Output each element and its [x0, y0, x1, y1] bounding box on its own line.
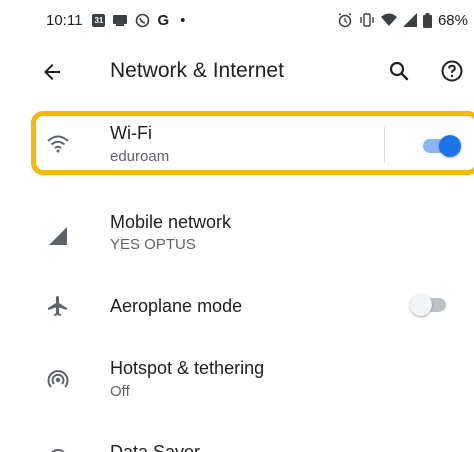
- alarm-icon: [338, 12, 352, 28]
- calendar-icon: 31: [92, 13, 106, 27]
- aeroplane-mode-toggle[interactable]: [410, 293, 450, 317]
- whatsapp-icon: [136, 13, 150, 27]
- screen-share-icon: [113, 15, 128, 26]
- page-title: Network & Internet: [110, 59, 284, 82]
- search-icon[interactable]: [387, 59, 411, 83]
- help-icon[interactable]: [440, 59, 464, 83]
- notification-icons: 31 G •: [92, 12, 185, 29]
- settings-row-data-saver[interactable]: Data Saver: [18, 432, 474, 452]
- aeroplane-toggle-thumb: [410, 294, 432, 316]
- battery-percent: 68%: [437, 11, 468, 29]
- cell-signal-icon: [402, 13, 417, 27]
- vibrate-icon: [360, 13, 374, 27]
- settings-row-hotspot[interactable]: Hotspot & tethering Off: [18, 348, 474, 418]
- aeroplane-mode-label: Aeroplane mode: [110, 296, 243, 316]
- hotspot-status: Off: [110, 383, 130, 400]
- highlight-box: [31, 111, 474, 175]
- google-icon: G: [157, 11, 170, 29]
- status-time: 10:11: [46, 11, 83, 29]
- signal-icon: [49, 227, 67, 245]
- airplane-icon: [48, 296, 67, 316]
- hotspot-icon: [47, 370, 69, 388]
- wifi-status-icon: [380, 13, 397, 26]
- more-notifications-dot: •: [180, 11, 186, 29]
- system-icons: 68%: [337, 0, 468, 40]
- hotspot-label: Hotspot & tethering: [110, 358, 265, 378]
- toolbar: Network & Internet: [18, 42, 474, 102]
- phone-screen: 10:11 31 G • 68% Network & Internet Wi-F…: [18, 0, 474, 452]
- settings-row-aeroplane-mode[interactable]: Aeroplane mode: [18, 280, 474, 336]
- data-saver-label: Data Saver: [110, 442, 201, 452]
- battery-icon: [422, 12, 432, 28]
- back-arrow-icon[interactable]: [40, 60, 64, 84]
- data-saver-icon: [51, 449, 65, 452]
- mobile-network-label: Mobile network: [110, 212, 232, 232]
- mobile-network-carrier: YES OPTUS: [110, 236, 196, 253]
- settings-row-mobile-network[interactable]: Mobile network YES OPTUS: [18, 200, 474, 270]
- status-bar: 10:11 31 G • 68%: [18, 0, 474, 40]
